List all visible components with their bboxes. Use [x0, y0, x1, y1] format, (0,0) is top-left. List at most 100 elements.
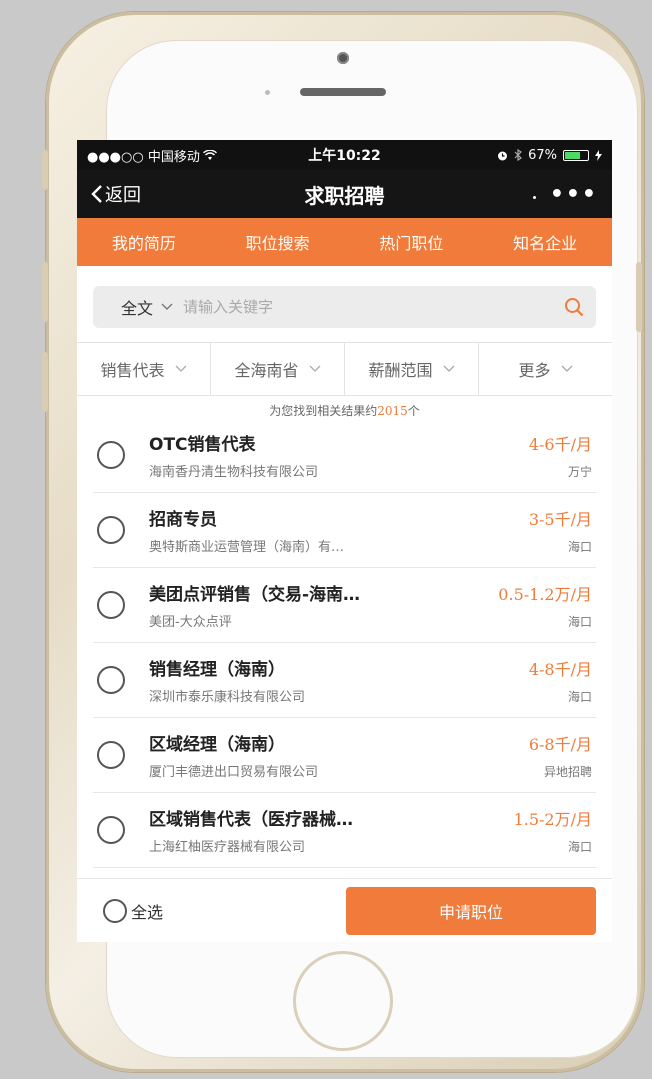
job-select-radio[interactable]: [97, 816, 125, 844]
job-location: 海口: [567, 689, 592, 704]
job-item[interactable]: 区域销售代表（医疗器械… 上海红柚医疗器械有限公司 1.5-2万/月 海口: [93, 793, 596, 868]
wifi-icon: [202, 149, 217, 160]
chevron-down-icon: [443, 365, 454, 372]
job-title: 美团点评销售（交易-海南…: [149, 585, 361, 605]
power-button: [636, 262, 642, 332]
tab-my-resume[interactable]: 我的简历: [112, 230, 176, 254]
result-count-prefix: 为您找到相关结果约: [269, 404, 378, 418]
battery-icon: [563, 149, 589, 161]
job-info: OTC销售代表 海南香丹清生物科技有限公司: [149, 430, 529, 480]
filter-bar: 销售代表 全海南省 薪酬范围 更多: [77, 342, 612, 396]
job-select-radio[interactable]: [97, 666, 125, 694]
job-item[interactable]: 招商专员 奥特斯商业运营管理（海南）有… 3-5千/月 海口: [93, 493, 596, 568]
filter-job-type[interactable]: 销售代表: [77, 343, 211, 395]
filter-more-label: 更多: [518, 361, 551, 380]
job-title: 招商专员: [149, 510, 217, 530]
job-item[interactable]: 美团点评销售（交易-海南… 美团-大众点评 0.5-1.2万/月 海口: [93, 568, 596, 643]
page-title: 求职招聘: [304, 183, 385, 208]
more-options-button[interactable]: •••: [550, 182, 598, 207]
job-item[interactable]: 销售经理（海南） 深圳市泰乐康科技有限公司 4-8千/月 海口: [93, 643, 596, 718]
battery-percent: 67%: [528, 147, 557, 163]
status-left: ●●●○○ 中国移动: [87, 146, 217, 165]
job-title: 区域销售代表（医疗器械…: [149, 810, 353, 830]
filter-region[interactable]: 全海南省: [211, 343, 345, 395]
search-scope-dropdown[interactable]: 全文: [121, 295, 173, 319]
result-count: 为您找到相关结果约2015个: [77, 396, 612, 418]
job-salary: 4-6千/月: [528, 434, 592, 454]
job-list: OTC销售代表 海南香丹清生物科技有限公司 4-6千/月 万宁 招商专员 奥特斯…: [77, 418, 612, 868]
filter-job-type-label: 销售代表: [100, 361, 165, 380]
select-all-radio[interactable]: [103, 898, 127, 923]
job-info: 区域销售代表（医疗器械… 上海红柚医疗器械有限公司: [149, 805, 514, 855]
back-label: 返回: [105, 185, 141, 206]
indicator-dot: [533, 196, 536, 199]
job-item[interactable]: 区域经理（海南） 厦门丰德进出口贸易有限公司 6-8千/月 异地招聘: [93, 718, 596, 793]
filter-salary-label: 薪酬范围: [368, 361, 433, 380]
job-select-radio[interactable]: [97, 516, 125, 544]
job-salary: 6-8千/月: [528, 734, 592, 754]
job-info: 销售经理（海南） 深圳市泰乐康科技有限公司: [149, 655, 529, 705]
job-company: 厦门丰德进出口贸易有限公司: [149, 765, 319, 780]
job-select-radio[interactable]: [97, 591, 125, 619]
chevron-down-icon: [309, 365, 320, 372]
home-button[interactable]: [293, 951, 393, 1051]
job-meta: 0.5-1.2万/月 海口: [498, 581, 596, 630]
navigation-bar: 返回 求职招聘 •••: [77, 170, 612, 218]
carrier-label: ●●●○○ 中国移动: [87, 149, 200, 165]
app-screen: ●●●○○ 中国移动 上午10:22 67% 返回 求职招聘 ••• 我的简历 …: [77, 140, 612, 942]
job-title: 销售经理（海南）: [149, 660, 285, 680]
chevron-down-icon: [161, 303, 173, 310]
apply-job-button[interactable]: 申请职位: [346, 886, 596, 935]
job-location: 异地招聘: [543, 764, 592, 779]
job-meta: 4-6千/月 万宁: [529, 431, 596, 480]
job-location: 海口: [567, 839, 592, 854]
chevron-down-icon: [561, 365, 572, 372]
proximity-sensor: [265, 90, 270, 95]
job-item[interactable]: OTC销售代表 海南香丹清生物科技有限公司 4-6千/月 万宁: [93, 418, 596, 493]
status-bar: ●●●○○ 中国移动 上午10:22 67%: [77, 140, 612, 170]
filter-more[interactable]: 更多: [479, 343, 612, 395]
job-title: OTC销售代表: [149, 435, 256, 455]
tab-job-search[interactable]: 职位搜索: [246, 230, 310, 254]
job-select-radio[interactable]: [97, 741, 125, 769]
front-camera: [337, 52, 349, 64]
job-salary: 3-5千/月: [528, 509, 592, 529]
charging-icon: [595, 149, 602, 161]
filter-salary[interactable]: 薪酬范围: [345, 343, 479, 395]
result-count-number: 2015: [377, 404, 408, 418]
job-salary: 1.5-2万/月: [513, 809, 592, 829]
job-location: 海口: [567, 614, 592, 629]
back-button[interactable]: 返回: [91, 181, 141, 207]
job-meta: 4-8千/月 海口: [529, 656, 596, 705]
mute-switch: [42, 150, 48, 190]
job-meta: 3-5千/月 海口: [529, 506, 596, 555]
tab-hot-jobs[interactable]: 热门职位: [379, 230, 443, 254]
job-location: 万宁: [567, 464, 592, 479]
volume-down-button: [42, 352, 48, 412]
job-info: 美团点评销售（交易-海南… 美团-大众点评: [149, 580, 498, 630]
search-section: 全文: [77, 266, 612, 342]
result-count-suffix: 个: [407, 404, 420, 418]
bluetooth-icon: [514, 149, 523, 161]
search-bar: 全文: [93, 286, 596, 328]
search-scope-label: 全文: [121, 299, 154, 318]
chevron-down-icon: [175, 365, 186, 372]
search-input[interactable]: [183, 298, 564, 316]
job-info: 区域经理（海南） 厦门丰德进出口贸易有限公司: [149, 730, 529, 780]
select-all-toggle[interactable]: 全选: [103, 898, 164, 923]
select-all-label: 全选: [131, 902, 164, 922]
job-salary: 0.5-1.2万/月: [498, 584, 592, 604]
search-icon[interactable]: [564, 297, 584, 317]
job-company: 上海红柚医疗器械有限公司: [149, 840, 306, 855]
job-select-radio[interactable]: [97, 441, 125, 469]
volume-up-button: [42, 262, 48, 322]
job-company: 美团-大众点评: [149, 615, 232, 630]
job-location: 海口: [567, 539, 592, 554]
job-meta: 1.5-2万/月 海口: [514, 806, 596, 855]
chevron-left-icon: [91, 185, 102, 203]
tab-famous-companies[interactable]: 知名企业: [513, 230, 577, 254]
job-info: 招商专员 奥特斯商业运营管理（海南）有…: [149, 505, 529, 555]
earpiece-speaker: [300, 88, 386, 96]
job-title: 区域经理（海南）: [149, 735, 285, 755]
battery-fill: [565, 151, 580, 159]
